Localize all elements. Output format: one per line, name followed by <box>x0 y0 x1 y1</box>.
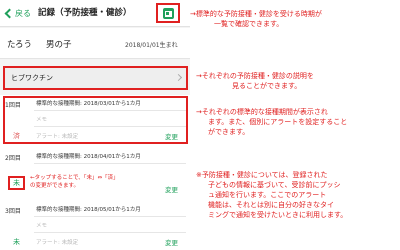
child-birthday: 2018/01/01生まれ <box>125 42 178 49</box>
annotation-line: ます。また、個別にアラートを設定すること <box>208 118 348 126</box>
chevron-right-icon <box>174 73 183 82</box>
annotation-line: 機能は、それとは別に自分の好きなタイ <box>208 201 334 209</box>
dose-row-1: 1回目 標準的な接種期間: 2018/03/01から1カ月 メモ 済 アラート:… <box>0 95 190 149</box>
alert-setting: アラート: 未設定 <box>36 134 79 140</box>
dose-period: 標準的な接種期間: 2018/05/01から1カ月 <box>36 207 141 213</box>
annotation-calendar: →標準的な予防接種・健診を受ける時期が 一覧で確認できます。 <box>190 9 322 29</box>
annotation-line: ュ通知を行います。ここでのアラート <box>208 191 327 199</box>
annotation-line: →それぞれの予防接種・健診の説明を <box>196 72 314 80</box>
annotation-line: ミングで通知を受けたいときに利用します。 <box>208 211 348 219</box>
change-button[interactable]: 変更 <box>165 131 178 141</box>
dose-label: 1回目 <box>5 102 21 109</box>
annotation-line: 見ることができます。 <box>232 82 302 90</box>
divider <box>34 232 186 233</box>
toggle-hint: ←タップすることで、「未」⇔「済」 の変更ができます。 <box>30 174 119 190</box>
status-toggle[interactable]: 済 <box>8 129 25 143</box>
dose-row-3: 3回目 標準的な接種期間: 2018/05/01から1カ月 メモ 未 アラート:… <box>0 201 190 250</box>
vaccine-name: ヒブワクチン <box>11 74 53 82</box>
app-screen: 戻る 記録（予防接種・健診） たろう 男の子 2018/01/01生まれ ヒブワ… <box>0 0 190 250</box>
annotation-note: ※予防接種・健診については、登録された 子どもの情報に基づいて、受診前にプッシ … <box>196 170 347 220</box>
back-button[interactable]: 戻る <box>3 6 31 21</box>
calendar-icon <box>162 7 174 19</box>
divider <box>34 216 186 217</box>
divider <box>34 110 186 111</box>
vaccine-item[interactable]: ヒブワクチン <box>3 66 188 90</box>
memo-field[interactable]: メモ <box>36 221 47 229</box>
child-name: たろう <box>7 40 32 50</box>
change-button[interactable]: 変更 <box>165 237 178 247</box>
child-info: たろう 男の子 2018/01/01生まれ <box>0 28 190 59</box>
calendar-button[interactable] <box>156 3 180 23</box>
status-toggle[interactable]: 未 <box>8 176 25 190</box>
memo-field[interactable]: メモ <box>36 115 47 123</box>
annotation-vaccine: →それぞれの予防接種・健診の説明を 見ることができます。 <box>196 71 314 91</box>
page-title: 記録（予防接種・健診） <box>38 8 132 18</box>
annotation-line: →標準的な予防接種・健診を受ける時期が <box>190 10 322 18</box>
toggle-hint-line: ←タップすることで、「未」⇔「済」 <box>30 175 119 181</box>
annotation-line: 子どもの情報に基づいて、受診前にプッシ <box>208 181 341 189</box>
dose-label: 2回目 <box>5 155 21 162</box>
divider <box>34 126 186 127</box>
annotation-line: 一覧で確認できます。 <box>214 20 284 28</box>
chevron-left-icon <box>4 8 15 19</box>
change-button[interactable]: 変更 <box>165 184 178 194</box>
alert-setting: アラート: 未設定 <box>36 240 79 246</box>
annotation-line: ※予防接種・健診については、登録された <box>196 171 328 179</box>
annotation-period: →それぞれの標準的な接種期間が表示され ます。また、個別にアラートを設定すること… <box>196 107 347 137</box>
toggle-hint-line: の変更ができます。 <box>30 183 79 189</box>
dose-label: 3回目 <box>5 208 21 215</box>
dose-period: 標準的な接種期間: 2018/03/01から1カ月 <box>36 101 141 107</box>
annotation-line: ができます。 <box>208 128 250 136</box>
divider <box>34 163 186 164</box>
annotation-line: →それぞれの標準的な接種期間が表示され <box>196 108 328 116</box>
dose-period: 標準的な接種期間: 2018/04/01から1カ月 <box>36 154 141 160</box>
back-label: 戻る <box>15 9 31 18</box>
status-toggle[interactable]: 未 <box>8 235 25 249</box>
app-header: 戻る 記録（予防接種・健診） <box>0 0 190 27</box>
child-gender: 男の子 <box>46 40 72 50</box>
